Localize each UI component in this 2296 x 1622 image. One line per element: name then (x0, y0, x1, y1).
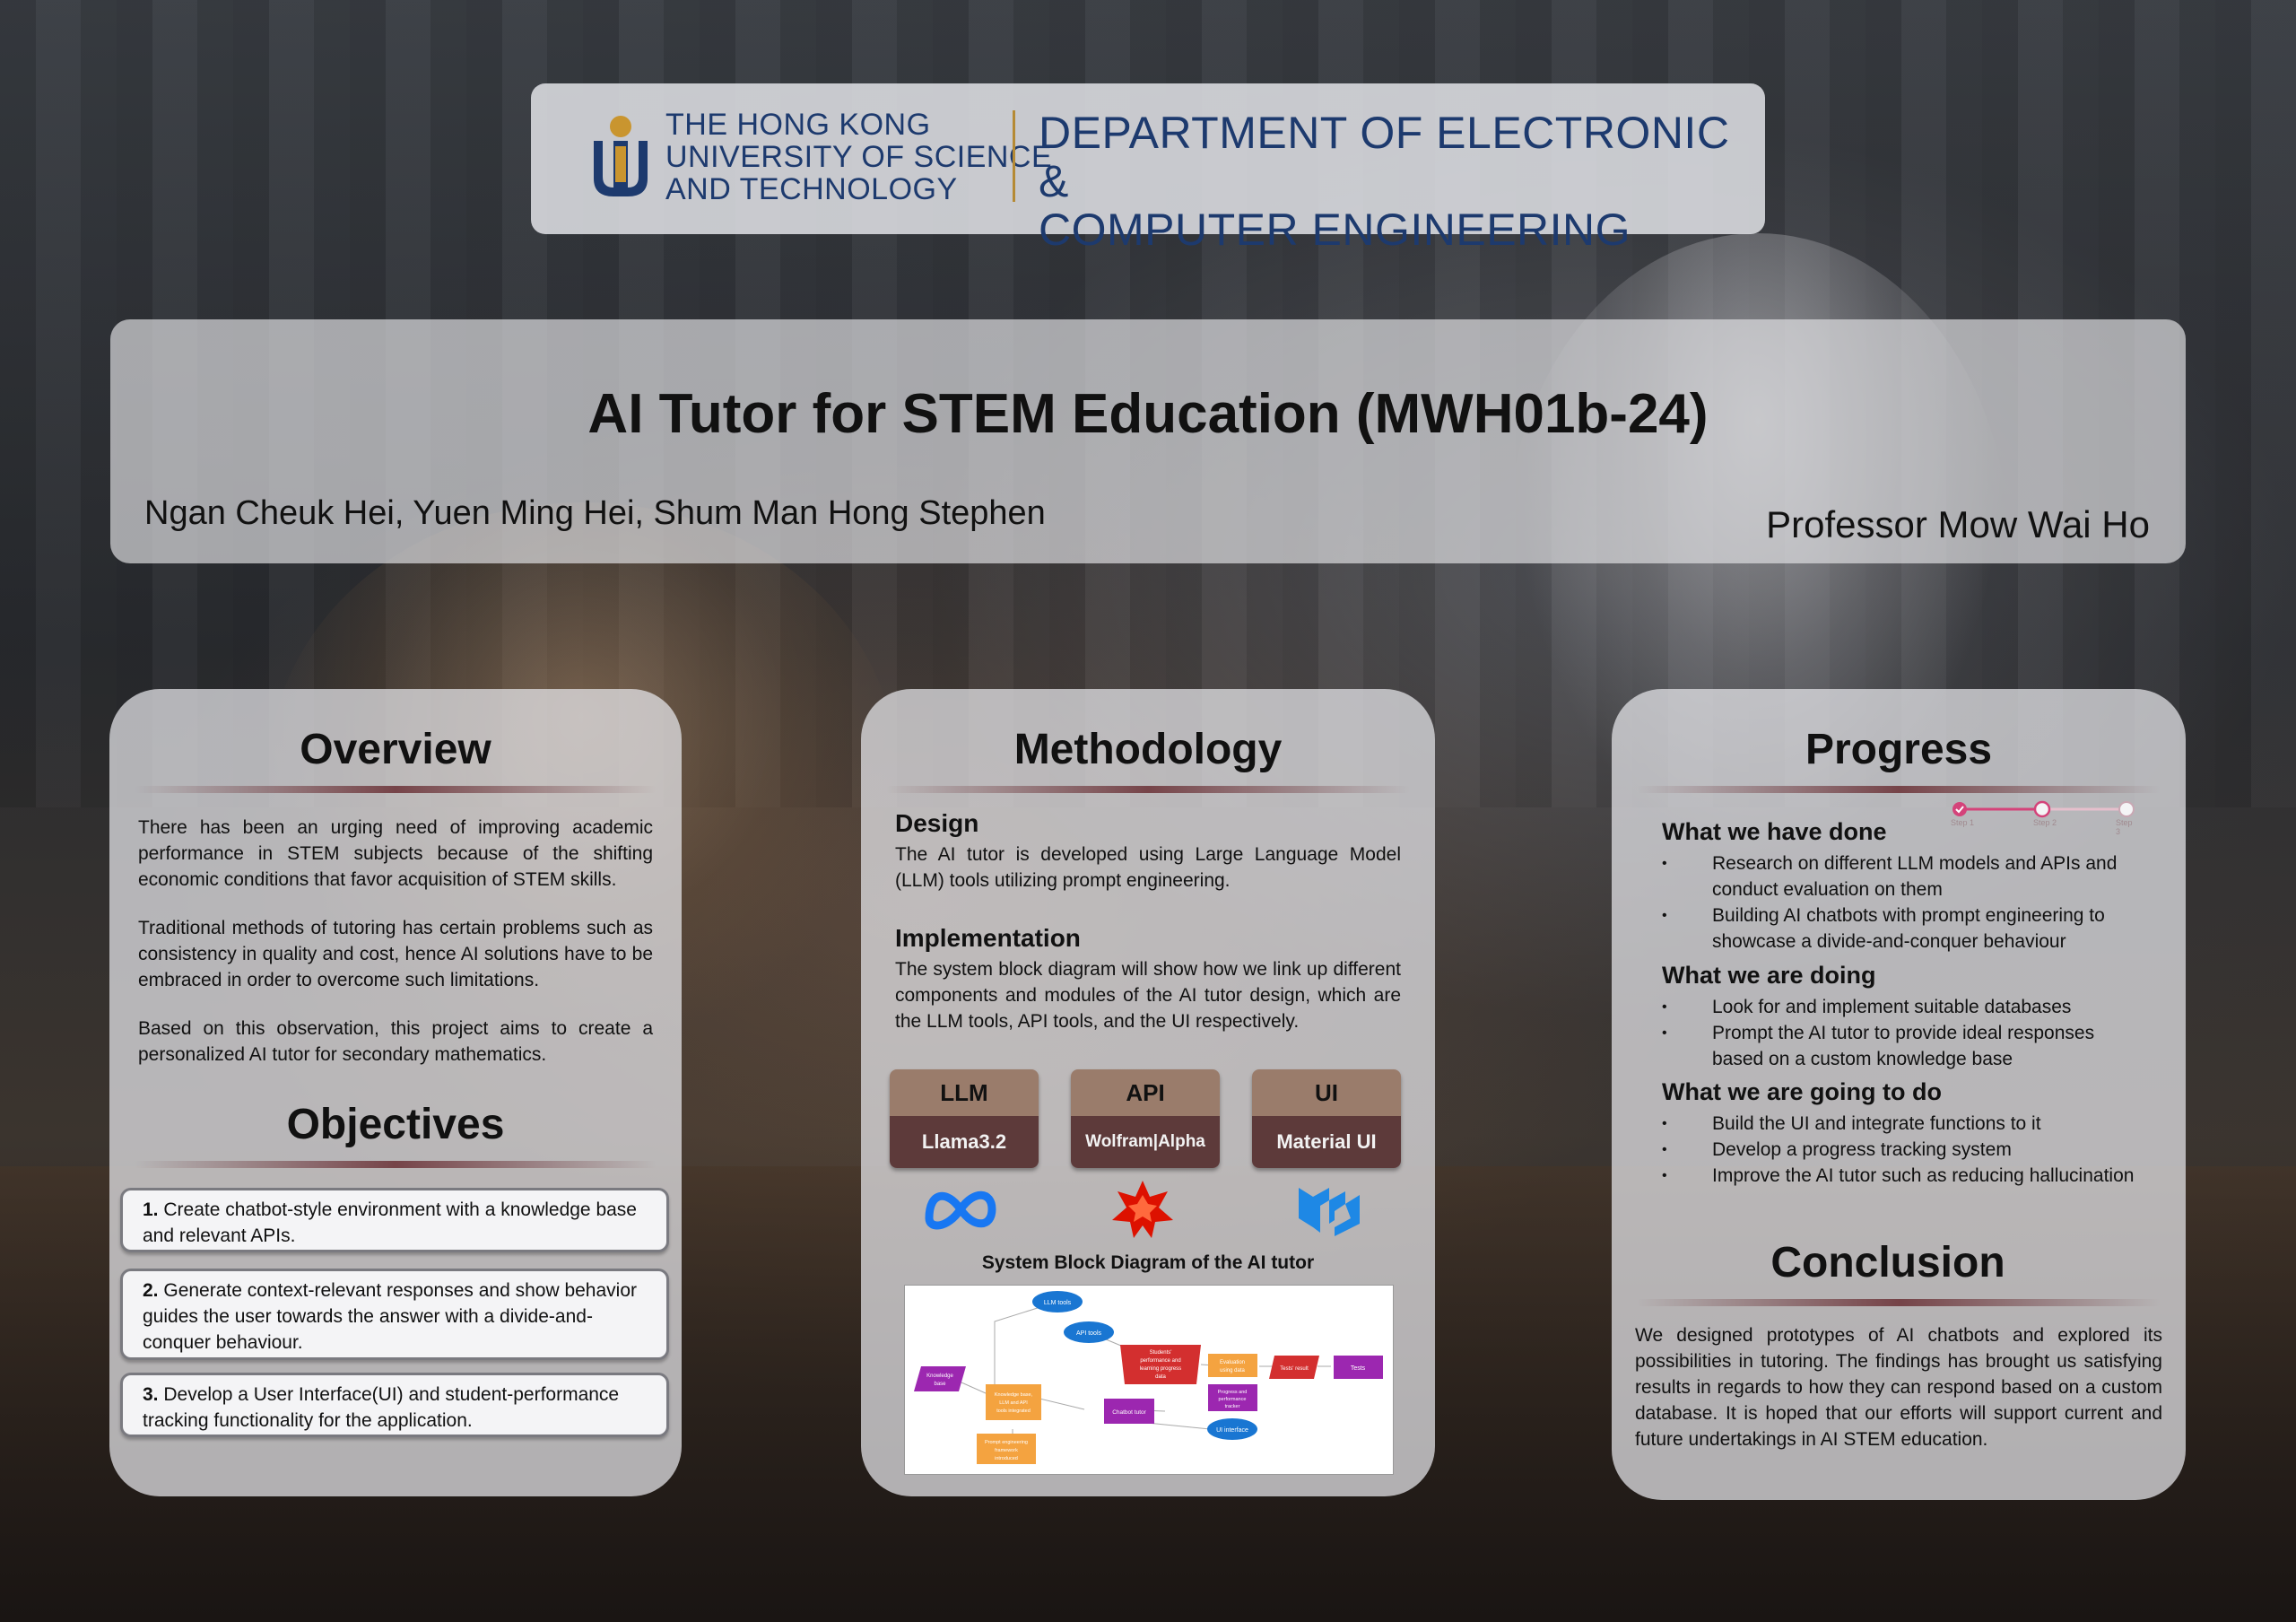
diagram-node-student-data: Students' (1150, 1350, 1172, 1356)
diagram-node-tests: Tests (1351, 1365, 1366, 1372)
tool-chip-llm: LLM Llama3.2 (890, 1069, 1039, 1168)
overview-paragraph-1: There has been an urging need of improvi… (138, 817, 653, 890)
step-label: Step 2 (2033, 818, 2057, 827)
overview-heading: Overview (300, 726, 491, 773)
diagram-node-api-tools: API tools (1076, 1330, 1102, 1337)
implementation-text: The system block diagram will show how w… (895, 959, 1401, 1032)
header-banner: THE HONG KONG UNIVERSITY OF SCIENCE AND … (531, 83, 1765, 254)
methodology-heading: Methodology (1013, 726, 1283, 773)
objectives-heading: Objectives (286, 1101, 505, 1148)
progress-heading: Progress (1805, 726, 1993, 773)
tool-name: Wolfram|Alpha (1071, 1116, 1220, 1168)
implementation-heading: Implementation (895, 924, 1081, 952)
wolfram-icon (1112, 1181, 1173, 1238)
todo-list: Build the UI and integrate functions to … (1662, 1111, 2146, 1189)
list-item: Develop a progress tracking system (1662, 1137, 2146, 1163)
list-item: Look for and implement suitable database… (1662, 994, 2146, 1020)
objective-item-1: 1. Create chatbot-style environment with… (120, 1188, 669, 1252)
svg-text:introduced: introduced (995, 1456, 1018, 1461)
design-text: The AI tutor is developed using Large La… (895, 844, 1401, 891)
tool-name: Llama3.2 (890, 1116, 1039, 1168)
svg-text:learning progress: learning progress (1140, 1366, 1181, 1372)
svg-text:using data: using data (1220, 1368, 1245, 1373)
svg-text:data: data (1155, 1374, 1166, 1380)
tool-category: LLM (890, 1069, 1039, 1116)
section-rule (135, 786, 657, 793)
overview-paragraph-2: Traditional methods of tutoring has cert… (138, 918, 653, 990)
design-heading: Design (895, 809, 979, 837)
department-name: DEPARTMENT OF ELECTRONIC & COMPUTER ENGI… (1039, 108, 1730, 255)
section-rule (1637, 1299, 2161, 1306)
list-item: Build the UI and integrate functions to … (1662, 1111, 2146, 1137)
methodology-card: Methodology Design The AI tutor is devel… (861, 689, 1435, 1496)
tool-category: UI (1252, 1069, 1401, 1116)
system-block-diagram: LLM tools API tools Students' performanc… (904, 1285, 1394, 1475)
progress-card: Progress Step 1 Step 2 Step 3 What we ha… (1612, 689, 2186, 1500)
diagram-node-tests-result: Tests' result (1280, 1366, 1309, 1372)
tool-name: Material UI (1252, 1116, 1401, 1168)
overview-card: Overview There has been an urging need o… (109, 689, 682, 1496)
overview-paragraph-3: Based on this observation, this project … (138, 1018, 653, 1065)
hkust-logo-icon (594, 116, 648, 196)
step-1-complete-icon (1952, 802, 1967, 816)
diagram-node-integrated: Knowledge base, (995, 1392, 1033, 1398)
university-name: THE HONG KONG UNIVERSITY OF SCIENCE AND … (665, 108, 1053, 206)
svg-text:performance: performance (1219, 1397, 1247, 1402)
section-rule (886, 786, 1410, 793)
doing-heading: What we are doing (1662, 962, 1876, 989)
poster-title: AI Tutor for STEM Education (MWH01b-24) (587, 383, 1709, 445)
mui-icon (1299, 1188, 1360, 1236)
diagram-node-llm-tools: LLM tools (1044, 1300, 1072, 1306)
list-item: Building AI chatbots with prompt enginee… (1662, 903, 2146, 955)
title-box: AI Tutor for STEM Education (MWH01b-24) … (110, 319, 2186, 563)
step-2-active-icon (2033, 800, 2051, 818)
progress-stepper: Step 1 Step 2 Step 3 (1951, 798, 2139, 836)
diagram-node-ui-interface: UI interface (1216, 1427, 1248, 1434)
done-heading: What we have done (1662, 818, 1887, 845)
meta-icon (925, 1190, 996, 1230)
diagram-node-evaluation: Evaluation (1220, 1360, 1245, 1365)
doing-list: Look for and implement suitable database… (1662, 994, 2146, 1072)
tool-chip-ui: UI Material UI (1252, 1069, 1401, 1168)
todo-heading: What we are going to do (1662, 1078, 1942, 1105)
list-item: Prompt the AI tutor to provide ideal res… (1662, 1020, 2146, 1072)
diagram-node-tracker: Progress and (1218, 1390, 1248, 1395)
header-divider (1013, 110, 1015, 202)
tool-chip-api: API Wolfram|Alpha (1071, 1069, 1220, 1168)
diagram-caption: System Block Diagram of the AI tutor (981, 1252, 1315, 1273)
supervisor: Professor Mow Wai Ho (1766, 503, 2150, 545)
list-item: Research on different LLM models and API… (1662, 850, 2146, 903)
conclusion-text: We designed prototypes of AI chatbots an… (1635, 1325, 2162, 1450)
diagram-node-chatbot-tutor: Chatbot tutor (1112, 1409, 1146, 1416)
section-rule (1637, 786, 2161, 793)
svg-text:performance and: performance and (1140, 1358, 1180, 1364)
svg-text:tools integrated: tools integrated (996, 1408, 1031, 1414)
svg-text:LLM and API: LLM and API (999, 1400, 1028, 1406)
tool-category: API (1071, 1069, 1220, 1116)
svg-text:framework: framework (995, 1448, 1018, 1453)
authors: Ngan Cheuk Hei, Yuen Ming Hei, Shum Man … (144, 494, 1046, 532)
diagram-node-prompt-framework: Prompt engineering (985, 1440, 1028, 1445)
svg-text:base: base (934, 1382, 946, 1387)
step-3-pending-icon (2118, 801, 2135, 817)
svg-text:tracker: tracker (1225, 1404, 1240, 1409)
conclusion-heading: Conclusion (1770, 1239, 2005, 1286)
section-rule (135, 1161, 657, 1168)
objective-item-2: 2. Generate context-relevant responses a… (120, 1269, 669, 1360)
step-label: Step 3 (2116, 818, 2133, 836)
list-item: Improve the AI tutor such as reducing ha… (1662, 1163, 2146, 1189)
step-label: Step 1 (1951, 818, 1975, 827)
objective-item-3: 3. Develop a User Interface(UI) and stud… (120, 1373, 669, 1437)
done-list: Research on different LLM models and API… (1662, 850, 2146, 955)
diagram-node-knowledge-base: Knowledge (926, 1373, 953, 1379)
